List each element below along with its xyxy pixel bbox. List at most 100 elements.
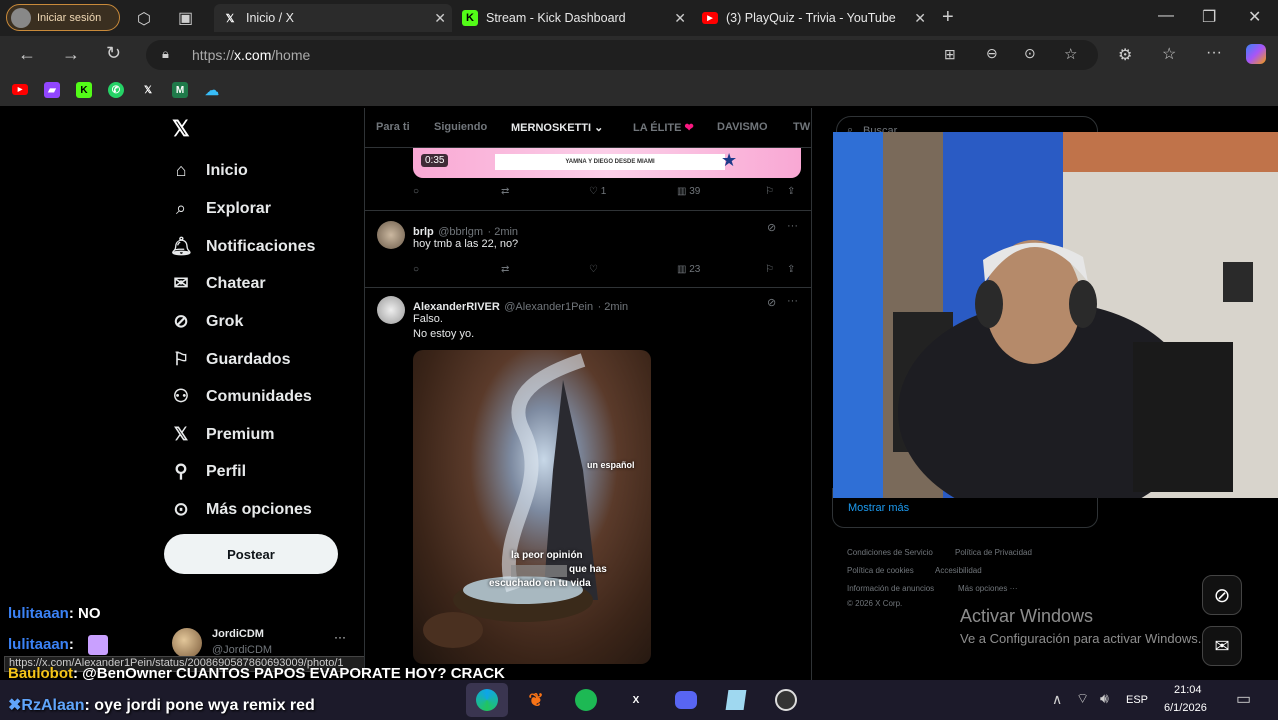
volume-icon[interactable]: 🔊︎ — [1100, 690, 1109, 707]
fl-studio-taskbar-button[interactable]: ❦ — [522, 686, 550, 714]
chevron-down-icon: ⌄ — [594, 122, 604, 134]
footer-link[interactable]: Accesibilidad — [935, 566, 982, 575]
grok-float-button[interactable]: ⊘ — [1202, 575, 1242, 615]
views-count[interactable]: ▥ 39 — [677, 186, 700, 197]
tweet-text: hoy tmb a las 22, no? — [413, 238, 519, 250]
close-tab-icon[interactable]: ✕ — [674, 10, 686, 27]
cloud-icon[interactable]: ☁ — [204, 82, 220, 98]
xsplit-taskbar-button[interactable]: X — [622, 686, 650, 714]
grok-icon[interactable]: ⊘ — [767, 296, 776, 309]
sidebar-item-mas-opciones[interactable]: ⊙ Más opciones — [170, 499, 311, 520]
url-input[interactable]: 🔒︎ https://x.com/home ⊞ ⊖ ⊙ ☆ — [146, 40, 1098, 70]
notes-taskbar-button[interactable] — [722, 686, 750, 714]
reader-icon[interactable]: ⊙ — [1024, 45, 1036, 62]
tab-title: Stream - Kick Dashboard — [486, 11, 626, 25]
copilot-icon[interactable] — [1246, 44, 1266, 64]
wifi-icon[interactable]: ⌔ — [1076, 690, 1089, 708]
sidebar-item-explorar[interactable]: ⌕ Explorar — [170, 198, 271, 219]
tab-actions-icon[interactable]: ▣ — [178, 8, 193, 28]
workspaces-icon[interactable]: ⬡ — [137, 9, 151, 29]
sidebar-item-comunidades[interactable]: ⚇ Comunidades — [170, 386, 312, 407]
tab-davismo[interactable]: DAVISMO — [717, 121, 768, 133]
tab-para-ti[interactable]: Para ti — [376, 121, 410, 133]
youtube-icon[interactable]: ▶ — [12, 84, 28, 95]
tab-kick[interactable]: K Stream - Kick Dashboard ✕ — [454, 4, 692, 32]
new-tab-icon[interactable]: + — [942, 6, 954, 29]
footer-link[interactable]: Política de cookies — [847, 566, 914, 575]
more-icon[interactable]: ··· — [787, 220, 798, 232]
home-icon: ⌂ — [175, 160, 187, 180]
sidebar-item-grok[interactable]: ⊘ Grok — [170, 311, 243, 332]
wizard-illustration — [423, 353, 598, 648]
forward-icon[interactable]: → — [62, 44, 80, 65]
back-icon[interactable]: ← — [18, 44, 36, 65]
bookmark-app-icon[interactable]: M — [172, 82, 188, 98]
chevron-up-icon[interactable]: ∧ — [1052, 691, 1062, 708]
close-tab-icon[interactable]: ✕ — [434, 10, 446, 27]
post-button[interactable]: Postear — [164, 534, 338, 574]
tab-tw[interactable]: TW — [793, 121, 810, 133]
star-icon[interactable]: ☆ — [1064, 45, 1077, 63]
share-icon[interactable]: ⇪ — [787, 264, 795, 275]
tab-siguiendo[interactable]: Siguiendo — [434, 121, 487, 133]
settings-icon[interactable]: ⚙ — [1118, 45, 1132, 65]
close-window-icon[interactable]: ✕ — [1248, 7, 1261, 27]
notification-icon[interactable]: ▭ — [1236, 689, 1251, 709]
obs-taskbar-button[interactable] — [772, 686, 800, 714]
tweet[interactable]: AlexanderRIVER @Alexander1Pein · 2min ⊘ … — [365, 288, 811, 680]
minimize-icon[interactable]: — — [1158, 7, 1174, 25]
reply-icon[interactable]: ○ — [413, 264, 419, 275]
tab-la-elite[interactable]: LA ÉLITE ❤ — [633, 121, 694, 134]
restore-icon[interactable]: ❐ — [1202, 7, 1216, 27]
sidebar-item-notificaciones[interactable]: 🔔︎ Notificaciones — [170, 236, 315, 257]
edge-taskbar-button[interactable] — [466, 683, 508, 717]
sidebar-item-premium[interactable]: 𝕏 Premium — [170, 424, 275, 445]
bookmark-icon[interactable]: ⚐ — [765, 186, 774, 197]
more-icon[interactable]: ··· — [1206, 44, 1222, 62]
more-icon[interactable]: ··· — [787, 295, 798, 307]
fl-studio-icon: ❦ — [528, 689, 544, 710]
retweet-icon[interactable]: ⇄ — [501, 186, 509, 197]
discord-taskbar-button[interactable] — [672, 686, 700, 714]
footer-link[interactable]: Política de Privacidad — [955, 548, 1032, 557]
app-icon[interactable]: ⊞ — [944, 46, 956, 63]
twitch-icon[interactable]: ▰ — [44, 82, 60, 98]
tweet[interactable]: brlp @bbrlgm · 2min ⊘ ··· hoy tmb a las … — [365, 211, 811, 287]
clock-date[interactable]: 6/1/2026 — [1164, 702, 1207, 714]
sidebar-item-chatear[interactable]: ✉ Chatear — [170, 273, 265, 294]
share-icon[interactable]: ⇪ — [787, 186, 795, 197]
like-icon[interactable]: ♡ — [589, 264, 598, 275]
more-icon[interactable]: ··· — [334, 630, 346, 644]
bookmark-icon[interactable]: ⚐ — [765, 264, 774, 275]
show-more-link[interactable]: Mostrar más — [848, 502, 909, 514]
whatsapp-icon[interactable]: ✆ — [108, 82, 124, 98]
language-indicator[interactable]: ESP — [1126, 694, 1148, 706]
sidebar-item-guardados[interactable]: ⚐ Guardados — [170, 349, 291, 370]
tab-youtube[interactable]: ▶ (3) PlayQuiz - Trivia - YouTube ✕ — [694, 4, 932, 32]
sidebar-item-inicio[interactable]: ⌂ Inicio — [170, 160, 248, 181]
grok-icon[interactable]: ⊘ — [767, 221, 776, 234]
refresh-icon[interactable]: ↻ — [106, 43, 121, 64]
tab-mernosketti[interactable]: MERNOSKETTI ⌄ — [511, 121, 603, 134]
sidebar-item-perfil[interactable]: ⚲ Perfil — [170, 461, 246, 482]
tab-x[interactable]: 𝕏 Inicio / X ✕ — [214, 4, 452, 32]
footer-link[interactable]: Más opciones ··· — [958, 584, 1018, 593]
favorites-icon[interactable]: ☆ — [1162, 44, 1176, 64]
webcam-overlay — [833, 132, 1278, 498]
clock-time[interactable]: 21:04 — [1174, 684, 1202, 696]
footer-link[interactable]: Condiciones de Servicio — [847, 548, 933, 557]
reply-icon[interactable]: ○ — [413, 186, 419, 197]
x-logo-icon[interactable]: 𝕏 — [140, 82, 156, 98]
video-preview[interactable]: 0:35 YAMNA Y DIEGO DESDE MIAMI ★ — [413, 148, 801, 178]
kick-icon[interactable]: K — [76, 82, 92, 98]
like-button[interactable]: ♡ 1 — [589, 186, 606, 197]
retweet-icon[interactable]: ⇄ — [501, 264, 509, 275]
footer-link[interactable]: Información de anuncios — [847, 584, 934, 593]
views-count[interactable]: ▥ 23 — [677, 264, 700, 275]
spotify-taskbar-button[interactable] — [572, 686, 600, 714]
meme-image[interactable]: un español la peor opinión que has escuc… — [413, 350, 651, 664]
zoom-icon[interactable]: ⊖ — [986, 45, 998, 62]
profile-button[interactable]: Iniciar sesión — [6, 4, 120, 31]
close-tab-icon[interactable]: ✕ — [914, 10, 926, 27]
x-logo-icon[interactable]: 𝕏 — [172, 116, 190, 142]
